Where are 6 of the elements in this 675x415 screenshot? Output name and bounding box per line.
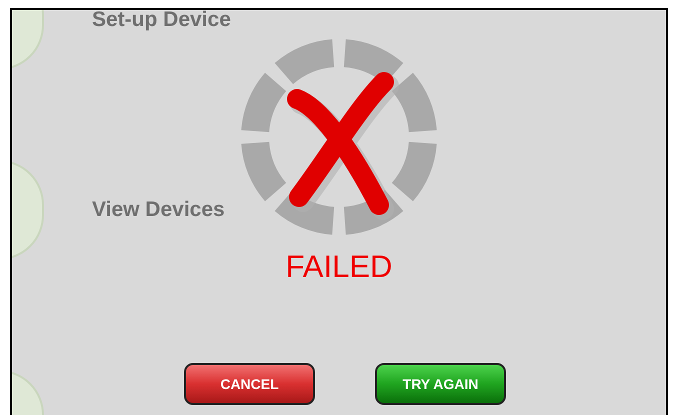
menu-label: View Devices <box>92 197 225 224</box>
cancel-button[interactable]: CANCEL <box>184 363 315 405</box>
try-again-button[interactable]: TRY AGAIN <box>375 363 506 405</box>
menu-label: Set-up Device <box>92 10 231 34</box>
failure-icon <box>239 37 439 237</box>
status-text: FAILED <box>286 251 392 282</box>
